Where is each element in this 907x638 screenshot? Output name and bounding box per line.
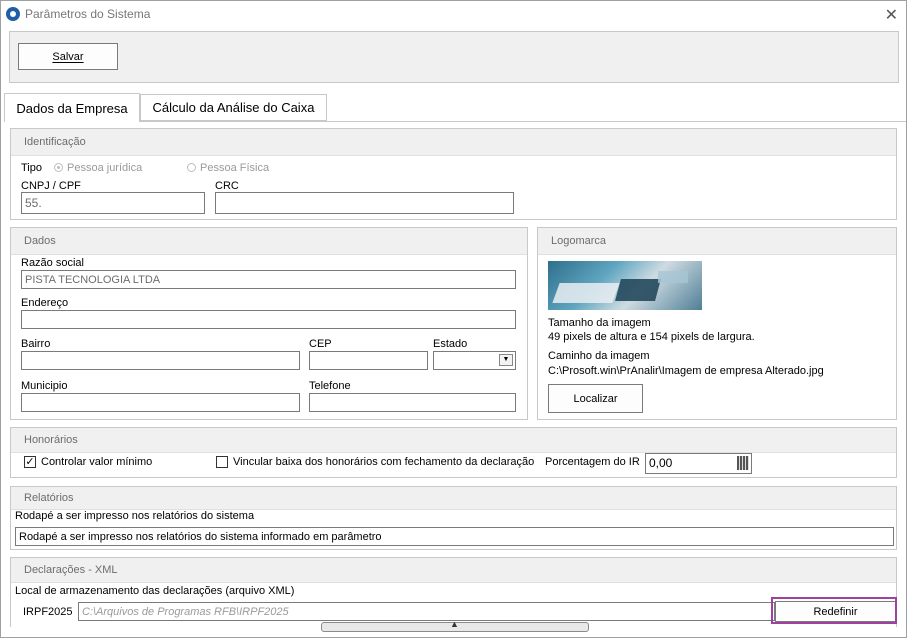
- radio-pessoa-juridica-label: Pessoa jurídica: [67, 162, 143, 174]
- cnpj-label: CNPJ / CPF: [21, 180, 81, 192]
- rodape-input[interactable]: Rodapé a ser impresso nos relatórios do …: [15, 527, 894, 546]
- group-logomarca: Logomarca Tamanho da imagem 49 pixels de…: [537, 227, 897, 420]
- localizar-button[interactable]: Localizar: [548, 384, 643, 413]
- irpf-label: IRPF2025: [23, 606, 73, 618]
- tipo-label: Tipo: [21, 162, 42, 174]
- group-honorarios-title: Honorários: [11, 428, 896, 453]
- tab-calculo-caixa[interactable]: Cálculo da Análise do Caixa: [140, 94, 327, 121]
- group-relatorios: Relatórios Rodapé a ser impresso nos rel…: [10, 486, 897, 550]
- vincular-baixa-label: Vincular baixa dos honorários com fecham…: [233, 456, 535, 468]
- group-dados-title: Dados: [11, 228, 527, 255]
- estado-select[interactable]: ▼: [433, 351, 516, 370]
- endereco-label: Endereço: [21, 297, 69, 309]
- tab-dados-empresa[interactable]: Dados da Empresa: [4, 93, 140, 122]
- crc-label: CRC: [215, 180, 239, 192]
- save-button[interactable]: Salvar: [18, 43, 118, 70]
- title-bar: Parâmetros do Sistema ✕: [1, 1, 906, 27]
- toolbar: Salvar: [9, 31, 899, 83]
- app-logo-icon: [6, 7, 20, 21]
- logo-image: [548, 261, 702, 310]
- telefone-label: Telefone: [309, 380, 351, 392]
- bairro-label: Bairro: [21, 338, 51, 350]
- municipio-input[interactable]: [21, 393, 300, 412]
- bairro-input[interactable]: [21, 351, 300, 370]
- parametros-window: Parâmetros do Sistema ✕ Salvar Dados da …: [0, 0, 907, 638]
- porcentagem-ir-label: Porcentagem do IR: [545, 456, 640, 468]
- group-honorarios: Honorários ✓ Controlar valor mínimo Vinc…: [10, 427, 897, 478]
- estado-label: Estado: [433, 338, 468, 350]
- porcentagem-ir-value: 0,00: [649, 456, 673, 470]
- controlar-valor-label: Controlar valor mínimo: [41, 456, 153, 468]
- crc-input[interactable]: [215, 192, 514, 214]
- group-logomarca-title: Logomarca: [538, 228, 896, 255]
- porcentagem-ir-input[interactable]: 0,00: [645, 453, 752, 474]
- tab-dados-empresa-label: Dados da Empresa: [16, 100, 128, 116]
- cnpj-input[interactable]: 55.: [21, 192, 205, 214]
- cep-label: CEP: [309, 338, 332, 350]
- radio-pessoa-juridica[interactable]: [54, 163, 63, 172]
- chevron-up-icon[interactable]: ▲: [450, 619, 459, 629]
- group-identificacao: Identificação Tipo Pessoa jurídica Pesso…: [10, 128, 897, 220]
- group-relatorios-title: Relatórios: [11, 487, 896, 510]
- group-declaracoes: Declarações - XML Local de armazenamento…: [10, 557, 897, 627]
- window-title: Parâmetros do Sistema: [25, 7, 151, 21]
- tab-calculo-caixa-label: Cálculo da Análise do Caixa: [152, 100, 315, 115]
- rodape-label: Rodapé a ser impresso nos relatórios do …: [15, 510, 255, 522]
- radio-pessoa-fisica-label: Pessoa Física: [200, 162, 270, 174]
- local-armazenamento-label: Local de armazenamento das declarações (…: [15, 585, 295, 597]
- cep-input[interactable]: [309, 351, 428, 370]
- group-declaracoes-title: Declarações - XML: [11, 558, 896, 583]
- localizar-button-label: Localizar: [573, 392, 618, 405]
- razao-social-input[interactable]: PISTA TECNOLOGIA LTDA: [21, 270, 516, 289]
- municipio-label: Municipio: [21, 380, 68, 392]
- caminho-imagem-label: Caminho da imagem: [548, 350, 650, 362]
- vincular-baixa-checkbox[interactable]: [216, 456, 228, 468]
- save-button-label: Salvar: [52, 50, 84, 63]
- calculator-icon[interactable]: [737, 456, 749, 470]
- irpf-path-input[interactable]: C:\Arquivos de Programas RFB\IRPF2025: [78, 602, 775, 621]
- redefinir-highlight: [771, 597, 897, 624]
- endereco-input[interactable]: [21, 310, 516, 329]
- group-dados: Dados Razão social PISTA TECNOLOGIA LTDA…: [10, 227, 528, 420]
- tamanho-imagem-value: 49 pixels de altura e 154 pixels de larg…: [548, 331, 755, 343]
- controlar-valor-checkbox[interactable]: ✓: [24, 456, 36, 468]
- telefone-input[interactable]: [309, 393, 516, 412]
- close-icon[interactable]: ✕: [885, 5, 898, 25]
- chevron-down-icon[interactable]: ▼: [499, 354, 513, 366]
- tamanho-imagem-label: Tamanho da imagem: [548, 317, 651, 329]
- caminho-imagem-value: C:\Prosoft.win\PrAnalir\Imagem de empres…: [548, 365, 824, 377]
- razao-social-label: Razão social: [21, 257, 84, 269]
- group-identificacao-title: Identificação: [11, 129, 896, 156]
- horizontal-scrollbar[interactable]: ▲: [321, 619, 589, 632]
- radio-pessoa-fisica[interactable]: [187, 163, 196, 172]
